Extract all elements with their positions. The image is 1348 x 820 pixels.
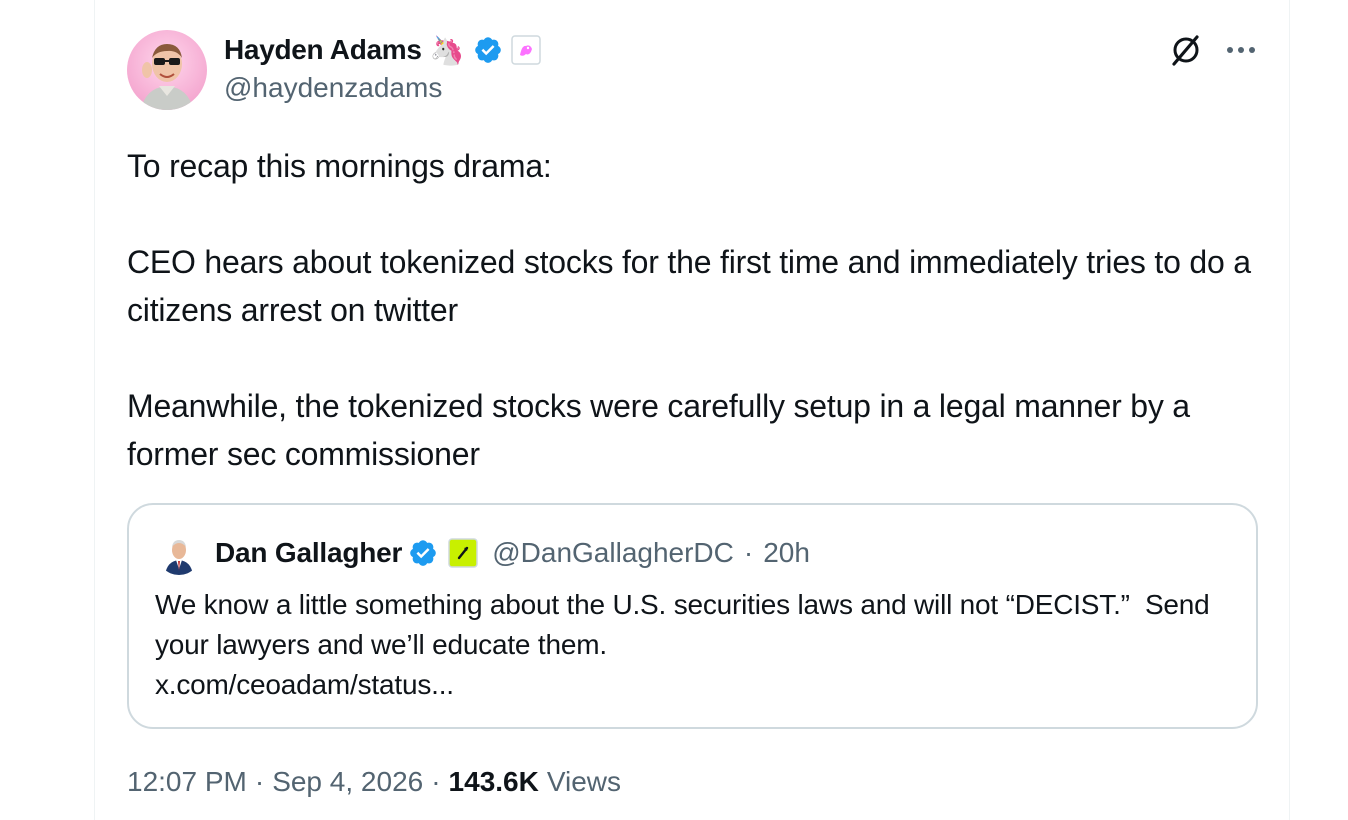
quote-author-handle[interactable]: @DanGallagherDC [492,537,734,569]
quote-time[interactable]: 20h [763,537,810,569]
quoted-tweet-card[interactable]: Dan Gallagher @DanGallagherDC · 20h We k… [127,503,1258,729]
affiliate-badge-icon[interactable] [510,35,541,65]
tweet-meta: 12:07 PM · Sep 4, 2026 · 143.6K Views [127,760,621,804]
quote-verified-badge-icon[interactable] [408,538,438,568]
views-label: Views [546,766,622,797]
more-icon[interactable] [1226,45,1256,55]
unicorn-emoji: 🦄 [429,34,465,66]
author-display-name[interactable]: Hayden Adams [224,34,422,66]
quote-author-avatar[interactable] [157,531,201,575]
verified-badge-icon[interactable] [473,35,503,65]
quote-body-text: We know a little something about the U.S… [155,589,1210,700]
author-avatar[interactable] [127,30,207,110]
tweet-date[interactable]: Sep 4, 2026 [272,766,423,798]
tweet-top-actions [1168,30,1256,70]
tweet-body-text: To recap this mornings drama: CEO hears … [127,148,1251,472]
quote-separator: · [743,537,754,568]
quote-author-display-name[interactable]: Dan Gallagher [215,537,402,569]
quote-affiliate-badge-icon[interactable] [448,538,478,568]
grok-icon[interactable] [1168,32,1204,68]
tweet-time[interactable]: 12:07 PM [127,766,247,798]
author-handle[interactable]: @haydenzadams [224,72,442,104]
meta-separator: · [254,766,265,797]
meta-separator: · [431,766,441,797]
views-count[interactable]: 143.6K [449,766,539,798]
quote-header: Dan Gallagher @DanGallagherDC · 20h [157,531,810,575]
author-name-row: Hayden Adams 🦄 [224,30,541,70]
